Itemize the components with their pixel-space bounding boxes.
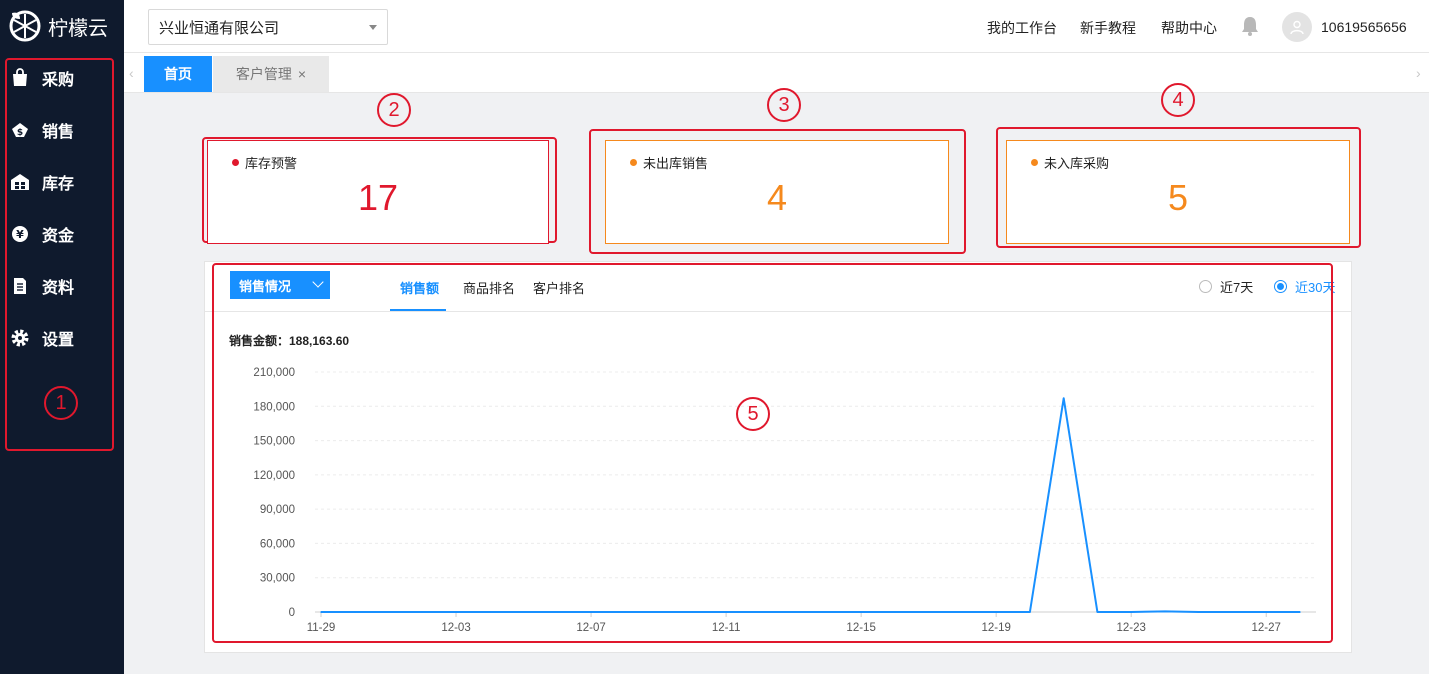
status-dot xyxy=(232,159,239,166)
stat-value: 17 xyxy=(357,177,399,218)
stat-label-row: 库存预警 xyxy=(232,153,297,172)
tab-label: 客户管理 xyxy=(235,66,292,82)
annotation-number-2: 2 xyxy=(377,93,411,127)
stat-label-row: 未出库销售 xyxy=(630,153,708,172)
chevron-left-icon[interactable]: ‹ xyxy=(129,65,134,81)
company-name: 兴业恒通有限公司 xyxy=(159,19,280,37)
lemon-logo-icon xyxy=(9,10,41,42)
account-number[interactable]: 10619565656 xyxy=(1321,19,1407,35)
annotation-box-5 xyxy=(212,263,1333,643)
caret-down-icon xyxy=(369,24,377,30)
avatar[interactable] xyxy=(1282,12,1312,42)
top-header: 兴业恒通有限公司 我的工作台 新手教程 帮助中心 10619565656 xyxy=(124,0,1429,53)
annotation-number-5: 5 xyxy=(736,397,770,431)
stat-card-unreceived-purchase[interactable]: 未入库采购 5 xyxy=(1006,140,1350,244)
app-logo[interactable]: 柠檬云 xyxy=(8,8,108,44)
chevron-right-icon[interactable]: › xyxy=(1416,65,1421,81)
stat-label: 库存预警 xyxy=(245,156,298,171)
stat-value: 4 xyxy=(766,177,788,218)
user-icon xyxy=(1290,20,1304,35)
stat-value: 5 xyxy=(1167,177,1189,218)
close-icon[interactable]: × xyxy=(298,66,306,82)
tab-home[interactable]: 首页 xyxy=(144,56,212,92)
status-dot xyxy=(1031,159,1038,166)
bell-icon[interactable] xyxy=(1239,15,1261,37)
stat-card-stock-warning[interactable]: 库存预警 17 xyxy=(207,140,549,244)
stat-label: 未入库采购 xyxy=(1044,156,1110,171)
annotation-number-3: 3 xyxy=(767,88,801,122)
page-tabs-bar: ‹ 首页 客户管理 × › xyxy=(124,53,1429,93)
stat-label-row: 未入库采购 xyxy=(1031,153,1109,172)
annotation-number-4: 4 xyxy=(1161,83,1195,117)
annotation-number-1: 1 xyxy=(44,386,78,420)
tutorial-link[interactable]: 新手教程 xyxy=(1080,18,1136,38)
stat-label: 未出库销售 xyxy=(643,156,709,171)
stat-card-unshipped-sales[interactable]: 未出库销售 4 xyxy=(605,140,949,244)
tab-customer-management[interactable]: 客户管理 × xyxy=(213,56,329,92)
company-selector[interactable]: 兴业恒通有限公司 xyxy=(148,9,388,45)
status-dot xyxy=(630,159,637,166)
help-center-link[interactable]: 帮助中心 xyxy=(1161,18,1217,38)
app-name: 柠檬云 xyxy=(48,17,108,40)
workbench-link[interactable]: 我的工作台 xyxy=(987,18,1057,38)
